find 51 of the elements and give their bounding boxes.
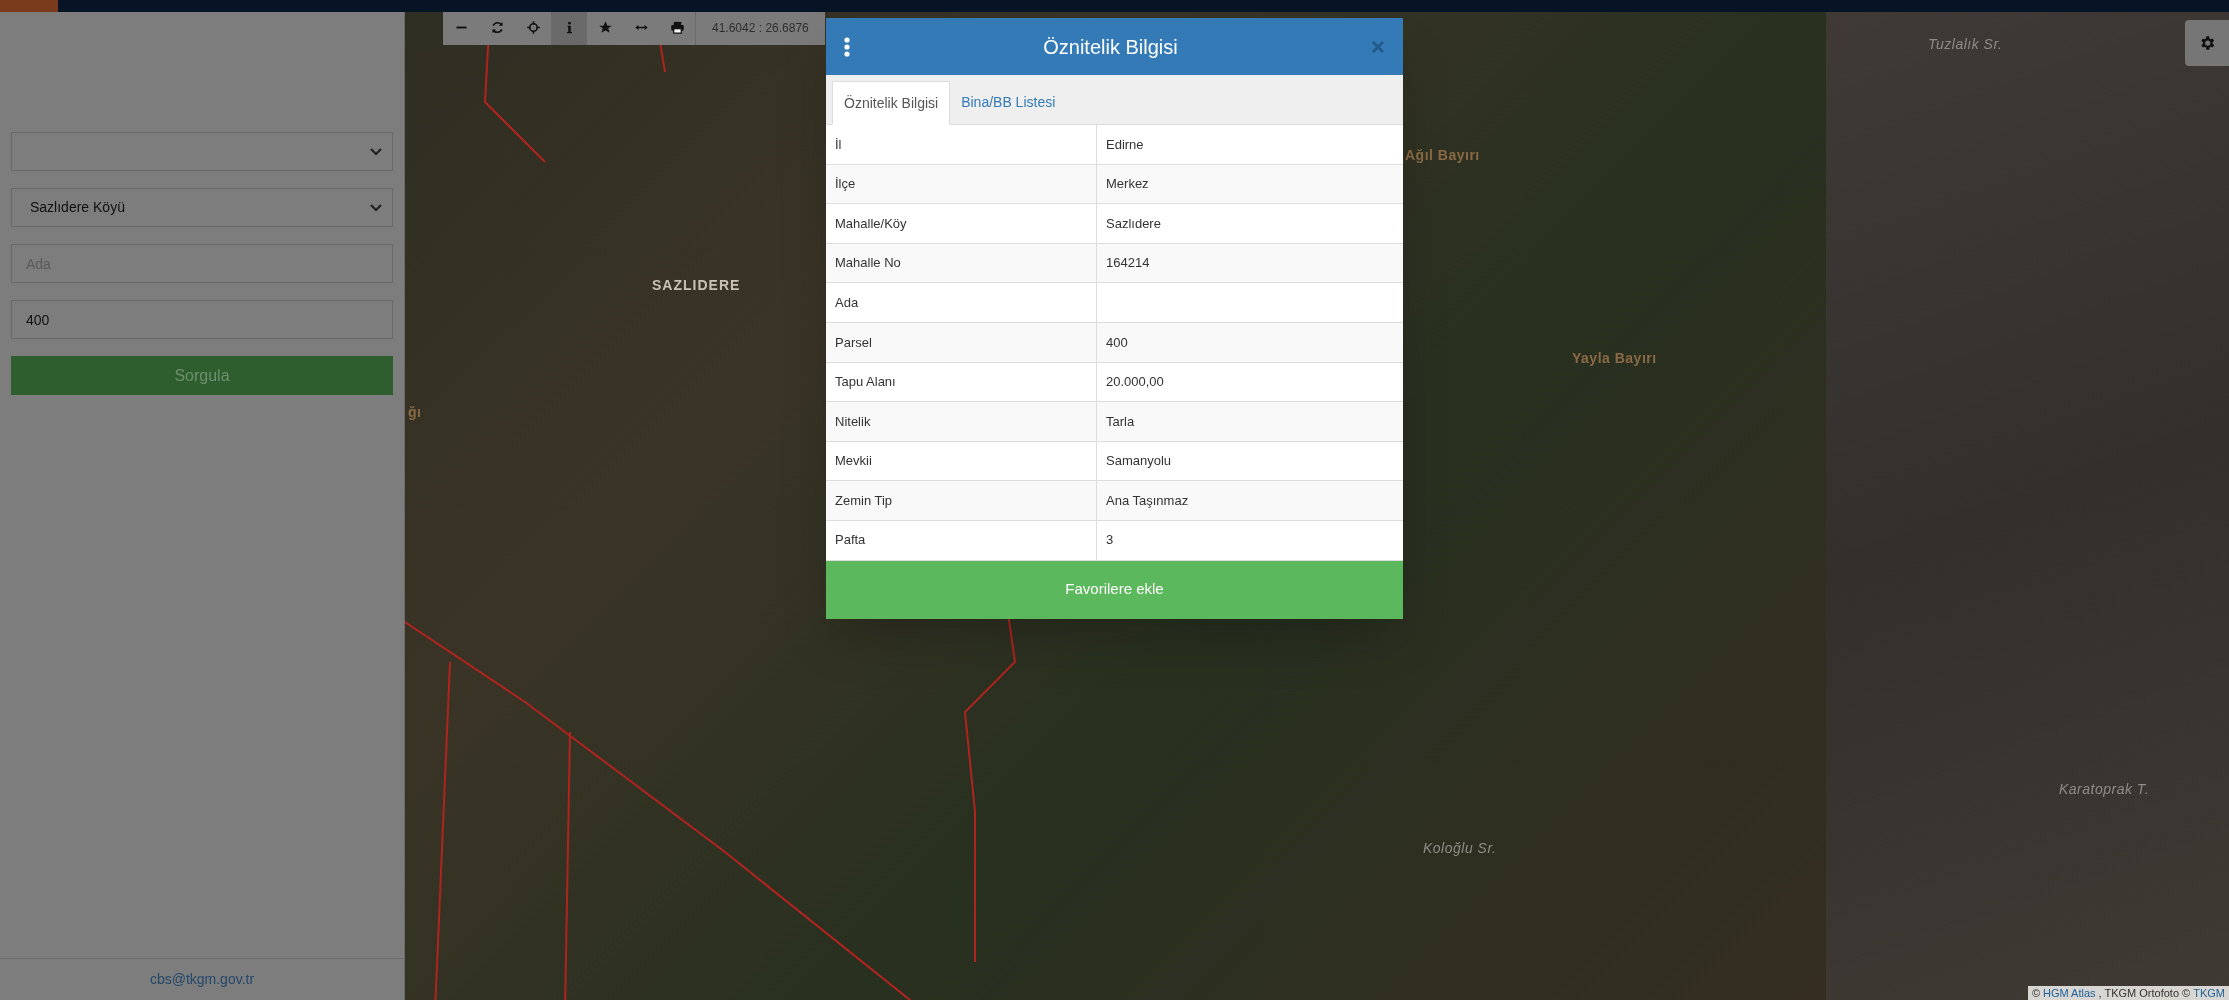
- attribute-value: Merkez: [1105, 175, 1150, 194]
- attribution-link[interactable]: TKGM: [2193, 986, 2225, 1000]
- dropdown-field[interactable]: [11, 132, 393, 171]
- attribute-name: Parsel: [826, 322, 1097, 362]
- map-label: Karatoprak T.: [2059, 780, 2150, 799]
- email-link[interactable]: cbs@tkgm.gov.tr: [149, 969, 255, 990]
- toolbar-button[interactable]: [551, 12, 587, 45]
- attribution-text: ©: [2031, 986, 2040, 1000]
- attribute-value: Samanyolu: [1105, 452, 1173, 471]
- top-bar-accent: [0, 0, 58, 12]
- attribute-value: 164214: [1105, 254, 1151, 273]
- attribute-value: 20.000,00: [1105, 373, 1165, 392]
- map-label: Ağıl Bayırı: [1405, 146, 1480, 165]
- attribute-name: Mahalle/Köy: [826, 204, 1097, 243]
- chevron-down-icon: [370, 203, 382, 212]
- attribute-value: Sazlıdere: [1105, 214, 1162, 233]
- attribute-name: Mahalle No: [826, 243, 1097, 283]
- attribute-value: Tarla: [1105, 412, 1136, 431]
- text-field[interactable]: 400: [11, 300, 393, 339]
- map-label: ğı: [408, 403, 422, 422]
- coordinates-readout: 41.6042 : 26.6876: [695, 12, 825, 45]
- settings-button[interactable]: [2185, 20, 2229, 66]
- dialog-title: Öznitelik Bilgisi: [1042, 34, 1179, 60]
- attribute-value: 3: [1105, 531, 1115, 550]
- star-icon: [597, 20, 613, 35]
- attribute-name: Ada: [826, 283, 1097, 322]
- map-label: SAZLIDERE: [652, 276, 741, 295]
- attribute-name: Tapu Alanı: [826, 362, 1097, 402]
- attribute-name: İlçe: [826, 164, 1097, 204]
- dialog-tab[interactable]: Öznitelik Bilgisi: [832, 81, 951, 125]
- attribute-name: Zemin Tip: [826, 481, 1097, 520]
- printer-icon: [669, 20, 685, 35]
- chevron-down-icon: [370, 147, 382, 156]
- attribute-value: Ana Taşınmaz: [1105, 491, 1190, 510]
- dialog-tab[interactable]: Bina/BB Listesi: [950, 80, 1067, 124]
- map-label: Koloğlu Sr.: [1423, 839, 1497, 858]
- attribute-name: Nitelik: [826, 402, 1097, 441]
- close-icon: [1371, 39, 1385, 54]
- attribution-text: , TKGM Ortofoto ©: [2098, 986, 2191, 1000]
- map-label: Tuzlalık Sr.: [1928, 35, 2003, 54]
- attribute-name: Pafta: [826, 520, 1097, 560]
- attribute-name: Mevkii: [826, 441, 1097, 481]
- add-favorites-button[interactable]: Favorilere ekle: [826, 560, 1403, 619]
- attribute-value: Edirne: [1105, 135, 1145, 154]
- attribute-value: 400: [1105, 333, 1129, 352]
- attribution-link[interactable]: HGM Atlas: [2043, 986, 2096, 1000]
- dropdown-field[interactable]: Sazlıdere Köyü: [11, 188, 393, 227]
- crosshair-icon: [525, 20, 541, 35]
- map-label: Yayla Bayırı: [1572, 349, 1657, 368]
- attribute-name: İl: [826, 125, 1097, 164]
- vertical-dots-icon[interactable]: [844, 36, 850, 57]
